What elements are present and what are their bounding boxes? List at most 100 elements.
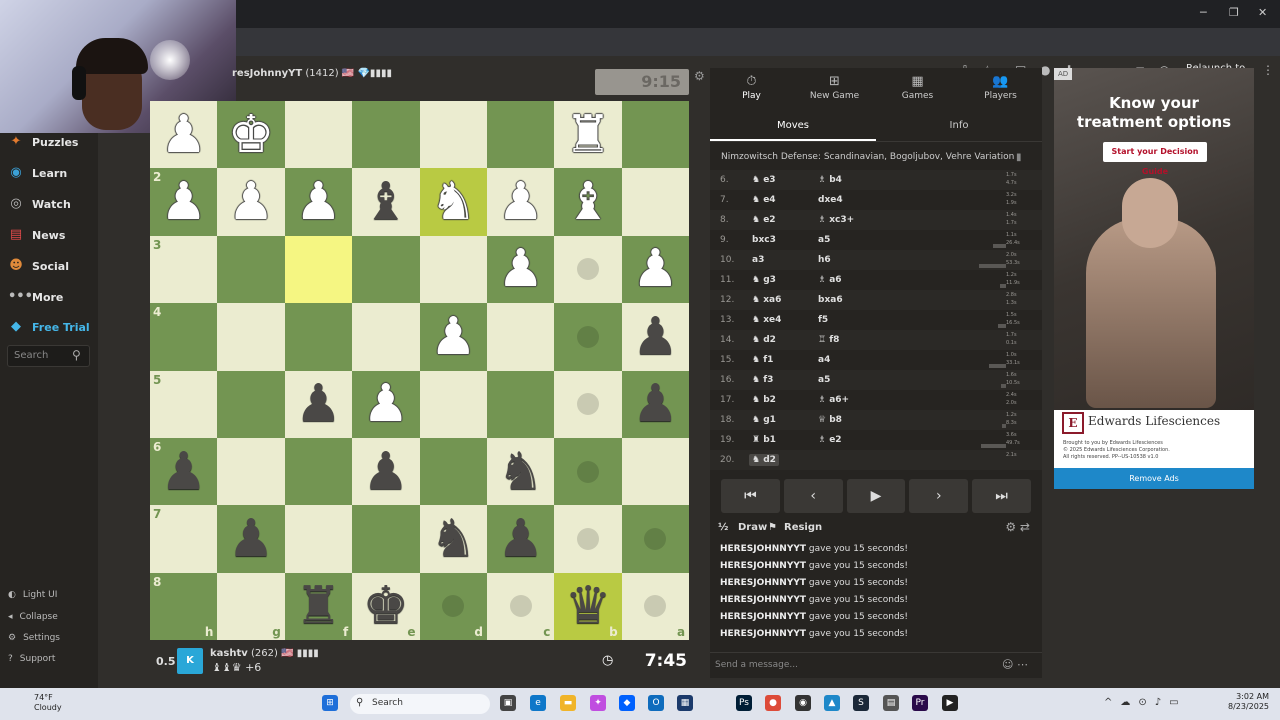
move-hint-dot[interactable] xyxy=(577,460,600,483)
black-knight-icon[interactable]: ♞ xyxy=(487,438,554,505)
app2-icon[interactable]: ▲ xyxy=(824,695,840,711)
board-square[interactable]: g xyxy=(217,572,285,641)
black-move[interactable]: ♗ e2 xyxy=(818,435,842,445)
resign-button[interactable]: Resign xyxy=(784,522,822,533)
black-move[interactable]: ♗ xc3+ xyxy=(818,215,854,225)
board-square[interactable]: ♟ xyxy=(150,101,218,169)
board-square[interactable] xyxy=(352,101,420,169)
board-square[interactable]: 7 xyxy=(150,505,218,573)
sidebar-item-free-trial[interactable]: ◆ Free Trial xyxy=(8,319,90,335)
weather-widget[interactable]: 74°F Cloudy xyxy=(10,693,62,713)
draw-button[interactable]: Draw xyxy=(738,522,767,533)
board-square[interactable] xyxy=(554,303,622,371)
board-square[interactable] xyxy=(352,303,420,371)
board-square[interactable] xyxy=(554,505,622,573)
white-move[interactable]: bxc3 xyxy=(752,235,776,245)
black-move[interactable]: ♗ a6 xyxy=(818,275,842,285)
black-move[interactable]: dxe4 xyxy=(818,195,843,205)
board-square[interactable] xyxy=(352,235,420,304)
sidebar-item-watch[interactable]: ◎ Watch xyxy=(8,196,70,212)
board-square[interactable]: ♞ xyxy=(486,437,555,506)
board-square[interactable] xyxy=(554,235,622,304)
flag-icon[interactable]: ⚑ xyxy=(768,522,777,533)
board-square[interactable] xyxy=(284,505,353,573)
white-pawn-icon[interactable]: ♟ xyxy=(622,236,689,303)
board-square[interactable]: 5 xyxy=(150,370,218,438)
black-pawn-icon[interactable]: ♟ xyxy=(352,438,419,505)
white-pawn-icon[interactable]: ♟ xyxy=(285,168,352,235)
black-move[interactable]: ♕ b8 xyxy=(818,415,842,425)
board-square[interactable]: ♜ f xyxy=(284,572,353,641)
top-player-name[interactable]: resJohnnyYT xyxy=(232,68,302,79)
white-pawn-icon[interactable]: ♟ xyxy=(217,168,284,235)
black-move[interactable]: bxa6 xyxy=(818,295,843,305)
board-square[interactable] xyxy=(284,437,353,506)
board-square[interactable] xyxy=(486,101,555,169)
chrome-icon[interactable]: ● xyxy=(765,695,781,711)
kebab-menu-icon[interactable]: ⋮ xyxy=(1262,63,1274,77)
board-square[interactable]: ♜ xyxy=(554,101,622,169)
white-move[interactable]: ♞ f3 xyxy=(752,375,773,385)
windows-start-icon[interactable]: ⊞ xyxy=(322,695,338,711)
white-bishop-icon[interactable]: ♝ xyxy=(554,168,621,235)
board-square[interactable] xyxy=(217,303,285,371)
white-move[interactable]: ♞ e2 xyxy=(752,215,776,225)
board-square[interactable] xyxy=(217,370,285,438)
move-hint-dot[interactable] xyxy=(509,595,532,618)
black-move[interactable]: a5 xyxy=(818,375,830,385)
search-icon[interactable]: ⚲ xyxy=(72,348,81,362)
dropbox-icon[interactable]: ◆ xyxy=(619,695,635,711)
board-square[interactable]: 3 xyxy=(150,235,218,304)
black-move[interactable]: h6 xyxy=(818,255,831,265)
board-square[interactable]: ♟ xyxy=(486,168,555,236)
sidebar-item-news[interactable]: ▤ News xyxy=(8,227,66,243)
table-row[interactable]: 7. ♞ e4 dxe4 3.2s 1.9s xyxy=(710,190,1042,210)
white-pawn-icon[interactable]: ♟ xyxy=(487,236,554,303)
board-square[interactable] xyxy=(284,235,353,304)
sidebar-bottom-collapse[interactable]: ◂ Collapse xyxy=(8,612,58,622)
board-square[interactable] xyxy=(621,437,690,506)
table-row[interactable]: 12. ♞ xa6 bxa6 2.8s 1.3s xyxy=(710,290,1042,310)
white-pawn-icon[interactable]: ♟ xyxy=(352,371,419,438)
chess-board[interactable]: ♟ ♚ ♜ ♟ 2 ♟ ♟ ♝ ♞ ♟ ♝ 3 ♟ ♟ 4 ♟ ♟ 5 ♟ ♟ ♟ ♟ 6 ♟ ♞ 7 ♟ ♞ ♟ 8 h g ♜ f ♚ e d c ♛ b… xyxy=(150,101,690,641)
white-move[interactable]: ♞ d2 xyxy=(749,454,779,466)
move-hint-dot[interactable] xyxy=(644,595,667,618)
board-square[interactable]: ♟ xyxy=(621,303,690,371)
board-square[interactable]: ♟ xyxy=(217,505,285,573)
taskbar-search-input[interactable]: Search xyxy=(350,694,490,714)
table-row[interactable]: 14. ♞ d2 ♖ f8 1.7s 0.1s xyxy=(710,330,1042,350)
nav-players[interactable]: 👥 Players xyxy=(959,68,1042,108)
prev-move-button[interactable]: ‹ xyxy=(783,479,843,513)
sidebar-item-learn[interactable]: ◉ Learn xyxy=(8,165,67,181)
chat-sender[interactable]: HERESJOHNNYYT xyxy=(720,612,806,622)
board-square[interactable]: ♛ b xyxy=(554,572,622,641)
board-square[interactable]: ♟ xyxy=(352,370,420,438)
sidebar-item-puzzles[interactable]: ✦ Puzzles xyxy=(8,134,79,150)
sidebar-item-more[interactable]: ••• More xyxy=(8,289,63,305)
chat-settings-icon[interactable]: ⚙ ⇄ xyxy=(1005,520,1030,534)
next-move-button[interactable]: › xyxy=(909,479,969,513)
board-square[interactable]: ♟ xyxy=(419,303,487,371)
minimize-icon[interactable]: ─ xyxy=(1200,6,1207,19)
obs-icon[interactable]: ◉ xyxy=(795,695,811,711)
board-square[interactable] xyxy=(621,168,690,236)
last-move-button[interactable]: ⏭ xyxy=(972,479,1031,513)
premiere-icon[interactable]: Pr xyxy=(912,695,928,711)
board-square[interactable]: ♟ xyxy=(284,370,353,438)
close-icon[interactable]: ✕ xyxy=(1258,6,1267,19)
board-square[interactable]: ♟ 6 xyxy=(150,437,218,506)
black-move[interactable]: ♖ f8 xyxy=(818,335,839,345)
white-move[interactable]: ♞ g3 xyxy=(752,275,776,285)
task-view-icon[interactable]: ▣ xyxy=(500,695,516,711)
folder-icon[interactable]: ▬ xyxy=(560,695,576,711)
black-knight-icon[interactable]: ♞ xyxy=(420,505,487,572)
board-square[interactable] xyxy=(486,370,555,438)
board-square[interactable] xyxy=(554,370,622,438)
board-square[interactable]: ♝ xyxy=(554,168,622,236)
black-move[interactable]: f5 xyxy=(818,315,828,325)
board-square[interactable]: ♞ xyxy=(419,505,487,573)
board-square[interactable]: ♞ xyxy=(419,168,487,236)
black-move[interactable]: ♗ a6+ xyxy=(818,395,849,405)
board-square[interactable]: ♟ xyxy=(352,437,420,506)
first-move-button[interactable]: ⏮ xyxy=(721,479,780,513)
